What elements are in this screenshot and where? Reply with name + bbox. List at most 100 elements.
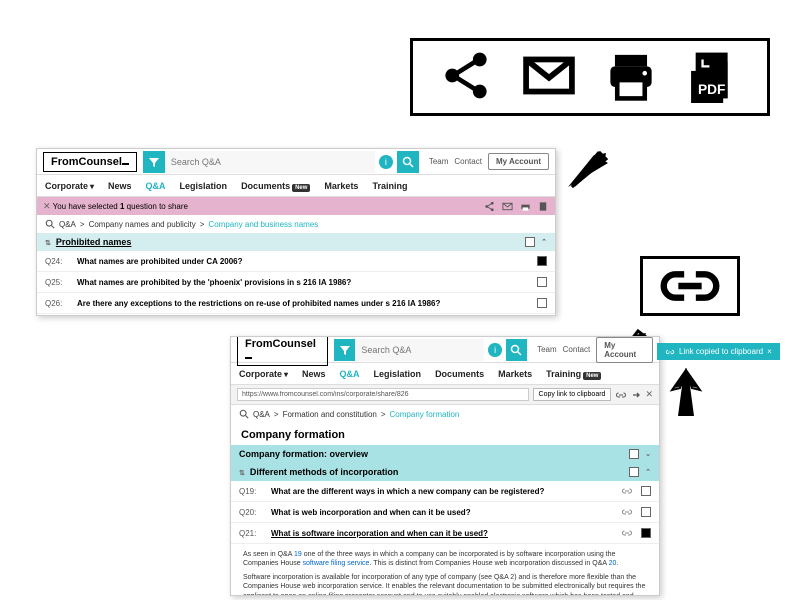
share-notice-bar: ✕ You have selected 1 question to share [37, 197, 555, 215]
logo[interactable]: FromCounsel [43, 152, 137, 172]
navbar: Corporate News Q&A Legislation Documents… [231, 363, 659, 385]
breadcrumb: Q&A > Formation and constitution > Compa… [231, 405, 659, 423]
search-input[interactable] [165, 151, 375, 173]
page-title: Company formation [231, 423, 659, 445]
nav-legislation[interactable]: Legislation [374, 369, 422, 379]
contact-link[interactable]: Contact [563, 345, 591, 354]
copied-toast: Link copied to clipboard × [657, 343, 780, 360]
chain-link-icon[interactable] [621, 507, 633, 517]
checkbox[interactable] [641, 507, 651, 517]
question-id: Q25: [45, 278, 69, 287]
question-row[interactable]: Q25: What names are prohibited by the 'p… [37, 272, 555, 293]
nav-corporate[interactable]: Corporate [239, 369, 288, 379]
team-link[interactable]: Team [537, 345, 557, 354]
close-icon[interactable]: × [767, 347, 772, 356]
select-all-checkbox[interactable] [629, 467, 639, 477]
question-text: What is web incorporation and when can i… [271, 508, 613, 517]
checkbox[interactable] [537, 277, 547, 287]
checkbox[interactable] [537, 298, 547, 308]
chain-link-icon[interactable] [621, 528, 633, 538]
contact-link[interactable]: Contact [454, 157, 482, 166]
question-row[interactable]: Q21: What is software incorporation and … [231, 523, 659, 544]
question-id: Q24: [45, 257, 69, 266]
question-row[interactable]: Q26: Are there any exceptions to the res… [37, 293, 555, 314]
checkbox[interactable] [537, 256, 547, 266]
nav-news[interactable]: News [302, 369, 326, 379]
link-icon-callout [640, 256, 740, 316]
question-text: What names are prohibited under CA 2006? [77, 257, 529, 266]
nav-qa[interactable]: Q&A [340, 369, 360, 379]
checkbox[interactable] [641, 486, 651, 496]
share-tools-callout: PDF [410, 38, 770, 116]
my-account-button[interactable]: My Account [596, 337, 653, 363]
chain-link-icon[interactable] [615, 390, 627, 400]
share-url-input[interactable] [237, 388, 529, 401]
info-icon[interactable]: i [488, 343, 502, 357]
qa-panel-2: FromCounsel i Team Contact My Account Co… [230, 336, 660, 596]
arrow-icon [666, 368, 706, 420]
share-icon[interactable] [483, 200, 495, 212]
question-row[interactable]: Q20: What is web incorporation and when … [231, 502, 659, 523]
nav-markets[interactable]: Markets [498, 369, 532, 379]
nav-training[interactable]: Training [372, 181, 407, 191]
question-text: What names are prohibited by the 'phoeni… [77, 278, 529, 287]
breadcrumb-item: Company formation [390, 410, 460, 419]
print-icon[interactable] [519, 200, 531, 212]
breadcrumb-item[interactable]: Formation and constitution [283, 410, 377, 419]
nav-training[interactable]: TrainingNew [546, 369, 601, 379]
chevron-up-icon[interactable]: ⌃ [541, 238, 547, 246]
chain-link-icon[interactable] [621, 486, 633, 496]
chevron-down-icon[interactable]: ⌄ [645, 450, 651, 458]
close-icon[interactable]: ✕ [645, 389, 653, 400]
close-icon[interactable]: ✕ [43, 201, 51, 211]
nav-markets[interactable]: Markets [324, 181, 358, 191]
navbar: Corporate News Q&A Legislation Documents… [37, 175, 555, 197]
my-account-button[interactable]: My Account [488, 153, 549, 170]
question-row[interactable]: Q19: What are the different ways in whic… [231, 481, 659, 502]
arrow-icon [560, 143, 616, 195]
qa-link[interactable]: 19 [294, 551, 302, 558]
nav-documents[interactable]: DocumentsNew [241, 181, 310, 191]
share-icon [436, 48, 496, 106]
section-header[interactable]: Company formation: overview ⌄ [231, 445, 659, 463]
chain-link-icon [665, 348, 675, 356]
breadcrumb-item[interactable]: Q&A [253, 410, 270, 419]
select-all-checkbox[interactable] [629, 449, 639, 459]
filter-icon[interactable] [334, 339, 355, 361]
question-text: What are the different ways in which a n… [271, 487, 613, 496]
section-header[interactable]: ⇅ Different methods of incorporation ⌃ [231, 463, 659, 481]
expand-icon: ⇅ [239, 470, 245, 477]
topbar: FromCounsel i Team Contact My Account [231, 337, 659, 363]
filter-icon[interactable] [143, 151, 165, 173]
breadcrumb-item[interactable]: Company names and publicity [89, 220, 196, 229]
forward-icon[interactable] [631, 390, 641, 400]
nav-legislation[interactable]: Legislation [180, 181, 228, 191]
checkbox[interactable] [641, 528, 651, 538]
search-icon[interactable] [506, 339, 527, 361]
logo[interactable]: FromCounsel [237, 336, 328, 366]
breadcrumb: Q&A > Company names and publicity > Comp… [37, 215, 555, 233]
external-link[interactable]: software filing service [303, 560, 370, 567]
nav-news[interactable]: News [108, 181, 132, 191]
team-link[interactable]: Team [429, 157, 449, 166]
search-input[interactable] [355, 339, 484, 361]
section-header[interactable]: ⇅ Prohibited names ⌃ [37, 233, 555, 251]
question-id: Q19: [239, 487, 263, 496]
nav-corporate[interactable]: Corporate [45, 181, 94, 191]
chevron-up-icon[interactable]: ⌃ [645, 468, 651, 476]
search-icon[interactable] [397, 151, 419, 173]
question-text: What is software incorporation and when … [271, 529, 613, 538]
info-icon[interactable]: i [379, 155, 393, 169]
question-id: Q26: [45, 299, 69, 308]
select-all-checkbox[interactable] [525, 237, 535, 247]
question-row[interactable]: Q24: What names are prohibited under CA … [37, 251, 555, 272]
question-id: Q20: [239, 508, 263, 517]
pdf-icon[interactable] [537, 200, 549, 212]
svg-text:PDF: PDF [698, 82, 726, 97]
copy-link-button[interactable]: Copy link to clipboard [533, 388, 612, 401]
breadcrumb-item[interactable]: Q&A [59, 220, 76, 229]
nav-qa[interactable]: Q&A [146, 181, 166, 191]
nav-documents[interactable]: Documents [435, 369, 484, 379]
email-icon[interactable] [501, 200, 513, 212]
topbar: FromCounsel i Team Contact My Account [37, 149, 555, 175]
